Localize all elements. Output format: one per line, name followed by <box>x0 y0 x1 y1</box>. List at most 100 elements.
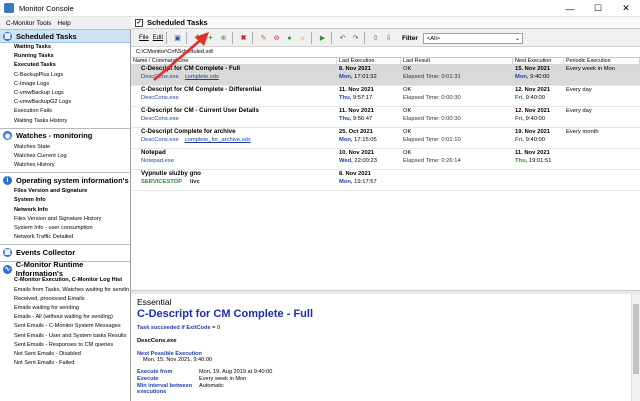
sidebar-item[interactable]: Waiting Tasks <box>14 43 130 52</box>
cell-next-execution <box>513 170 564 190</box>
sidebar-item[interactable]: System Info - user consumption <box>14 224 130 233</box>
sidebar-item[interactable]: C-vmwBackupG2 Logs <box>14 98 130 107</box>
section-header-1[interactable]: ◉ Watches - monitoring <box>0 129 130 143</box>
delete-icon[interactable]: ✖ <box>238 33 249 44</box>
last-time: Mon, 17:15:05 <box>339 136 401 144</box>
section-header-0[interactable]: ▦ Scheduled Tasks <box>0 29 130 43</box>
move-up-icon[interactable]: ⇧ <box>370 33 381 44</box>
sidebar-item[interactable]: Emails - All (without waiting for sendin… <box>14 313 130 322</box>
sidebar-item[interactable]: Network Info <box>14 206 130 215</box>
section-items: Files Version and Signature System Info Ne… <box>0 187 130 242</box>
column-header-next-execution[interactable]: Next Execution <box>513 58 564 64</box>
sidebar-item[interactable]: Running Tasks <box>14 52 130 61</box>
sidebar-item[interactable]: Not Sent Emails - Failed <box>14 359 130 368</box>
file-button[interactable]: File <box>139 35 149 41</box>
column-header-periodic[interactable]: Periodic Execution <box>564 58 640 64</box>
next-time: Thu, 19:01:51 <box>515 157 564 165</box>
task-arg[interactable]: complete.sdx <box>185 74 219 80</box>
sidebar-item[interactable]: Not Sent Emails - Disabled <box>14 350 130 359</box>
table-row[interactable]: C-Descript for CM Complete - Differentia… <box>131 86 640 107</box>
sidebar-item[interactable]: Executed Tasks <box>14 61 130 70</box>
sidebar-item[interactable]: Sent Emails - User and System tasks Resu… <box>14 332 130 341</box>
section-header-4[interactable]: ∿ C-Monitor Runtime Information's <box>0 260 130 278</box>
table-row[interactable]: Vypnutie služby gno SERVICESTOP livc 8. Nov… <box>131 170 640 191</box>
disable-icon[interactable]: ⊘ <box>271 33 282 44</box>
tools-icon[interactable]: ✎ <box>258 33 269 44</box>
section-header-3[interactable]: ▦ Events Collector <box>0 245 130 259</box>
sidebar-item[interactable]: Received, processed Emails <box>14 295 130 304</box>
cell-periodic <box>564 149 640 169</box>
cell-last-execution: 8. Nov 2021 Mon, 19:17:57 <box>337 170 401 190</box>
sidebar-item[interactable]: Watches History <box>14 161 130 170</box>
table-row[interactable]: C-Descript for CM Complete - Full DescCon… <box>131 65 640 86</box>
sidebar-item[interactable]: Emails waiting for sending <box>14 304 130 313</box>
sidebar-item[interactable]: Network Traffic Detailed <box>14 233 130 242</box>
task-exe: Notepad.exe <box>141 158 174 164</box>
column-header-last-execution[interactable]: Last Execution <box>337 58 401 64</box>
column-header-name[interactable]: Name / Command Line <box>131 58 337 64</box>
detail-scrollbar[interactable] <box>631 294 640 401</box>
filter-select[interactable]: <All> ⌄ <box>422 32 523 44</box>
table-row[interactable]: Notepad Notepad.exe 10. Nov 2021 Wed, 22:00… <box>131 149 640 170</box>
add-task-icon[interactable]: ✚ <box>192 33 203 44</box>
menu-help[interactable]: Help <box>57 20 70 27</box>
last-time-value: 9:57:17 <box>352 95 373 101</box>
minimize-button[interactable]: — <box>556 0 584 17</box>
menu-bar: C-Monitor Tools Help <box>0 17 131 29</box>
add-group-icon[interactable]: ⊕ <box>218 33 229 44</box>
run-icon[interactable]: ▶ <box>317 33 328 44</box>
sidebar-item[interactable]: C-vmwBackup Logs <box>14 89 130 98</box>
checkbox-icon[interactable]: ✓ <box>135 18 143 27</box>
settings-icon[interactable]: ☼ <box>297 33 308 44</box>
cell-last-result: OK Elapsed Time: 0:00:30 <box>401 107 513 127</box>
periodic: Every month <box>566 129 599 135</box>
cell-name: C-Descript Complete for archive DescCons.… <box>131 128 337 148</box>
detail-panel: Essential C-Descript for CM Complete - F… <box>131 294 640 401</box>
sidebar-item[interactable]: Execution Fails <box>14 107 130 116</box>
next-time: Fri, 9:40:00 <box>515 115 564 123</box>
edit-button[interactable]: Edit <box>153 35 163 41</box>
undo-icon[interactable]: ↶ <box>337 33 348 44</box>
task-exe: SERVICESTOP <box>141 179 183 185</box>
chevron-down-icon: ⌄ <box>514 35 520 42</box>
cell-periodic: Every day <box>564 107 640 127</box>
redo-icon[interactable]: ↷ <box>350 33 361 44</box>
column-header-last-result[interactable]: Last Result <box>401 58 513 64</box>
section-header-2[interactable]: i Operating system information's <box>0 173 130 187</box>
detail-next-value: Mon, 15. Nov 2021, 9:40:00 <box>143 357 213 363</box>
sidebar-item[interactable]: Waiting Tasks History <box>14 117 130 126</box>
sidebar: ▦ Scheduled Tasks Waiting Tasks Running Tas… <box>0 29 131 401</box>
periodic: Every day <box>566 108 592 114</box>
runtime-icon: ∿ <box>3 264 12 274</box>
sidebar-item[interactable]: Watches State <box>14 143 130 152</box>
maximize-button[interactable]: ☐ <box>584 0 612 17</box>
cell-last-execution: 10. Nov 2021 Wed, 22:00:23 <box>337 149 401 169</box>
menu-cmonitor-tools[interactable]: C-Monitor Tools <box>6 20 51 27</box>
sidebar-item[interactable]: Files Version and Signature <box>14 187 130 196</box>
sidebar-item[interactable]: Emails from Tasks, Watches waiting for s… <box>14 286 130 295</box>
table-row[interactable]: C-Descript for CM - Current User Details… <box>131 107 640 128</box>
task-arg[interactable]: complete_for_archive.sdx <box>185 137 251 143</box>
sidebar-item[interactable]: Watches Current Log <box>14 152 130 161</box>
sidebar-item[interactable]: Files Version and Signature History <box>14 215 130 224</box>
sidebar-item[interactable]: Sent Emails - Responses to CM queries <box>14 341 130 350</box>
move-down-icon[interactable]: ⇩ <box>383 33 394 44</box>
toolbar-separator <box>311 32 313 44</box>
save-icon[interactable]: ▣ <box>172 33 183 44</box>
sidebar-item[interactable]: System Info <box>14 196 130 205</box>
add-icon[interactable]: + <box>205 33 216 44</box>
detail-field-key: Execute <box>137 376 159 382</box>
calendar-icon: ▦ <box>3 31 12 41</box>
toolbar-separator <box>364 32 366 44</box>
sidebar-item[interactable]: C-Image Logs <box>14 80 130 89</box>
task-arg[interactable]: livc <box>190 179 200 185</box>
scrollbar-thumb[interactable] <box>633 304 639 374</box>
last-time: Mon, 19:17:57 <box>339 178 401 186</box>
table-row[interactable]: C-Descript Complete for archive DescCons.… <box>131 128 640 149</box>
main-panel: ✓ Scheduled Tasks File Edit ▣ ✚ + ⊕ ✖ ✎ … <box>131 17 640 401</box>
close-button[interactable]: ✕ <box>612 0 640 17</box>
sidebar-item[interactable]: C-BackupPlus Logs <box>14 71 130 80</box>
sidebar-item[interactable]: Sent Emails - C-Monitor System Messages <box>14 322 130 331</box>
enable-icon[interactable]: ● <box>284 33 295 44</box>
sidebar-item[interactable]: C-Monitor Execution, C-Monitor Log Hist <box>14 276 130 285</box>
